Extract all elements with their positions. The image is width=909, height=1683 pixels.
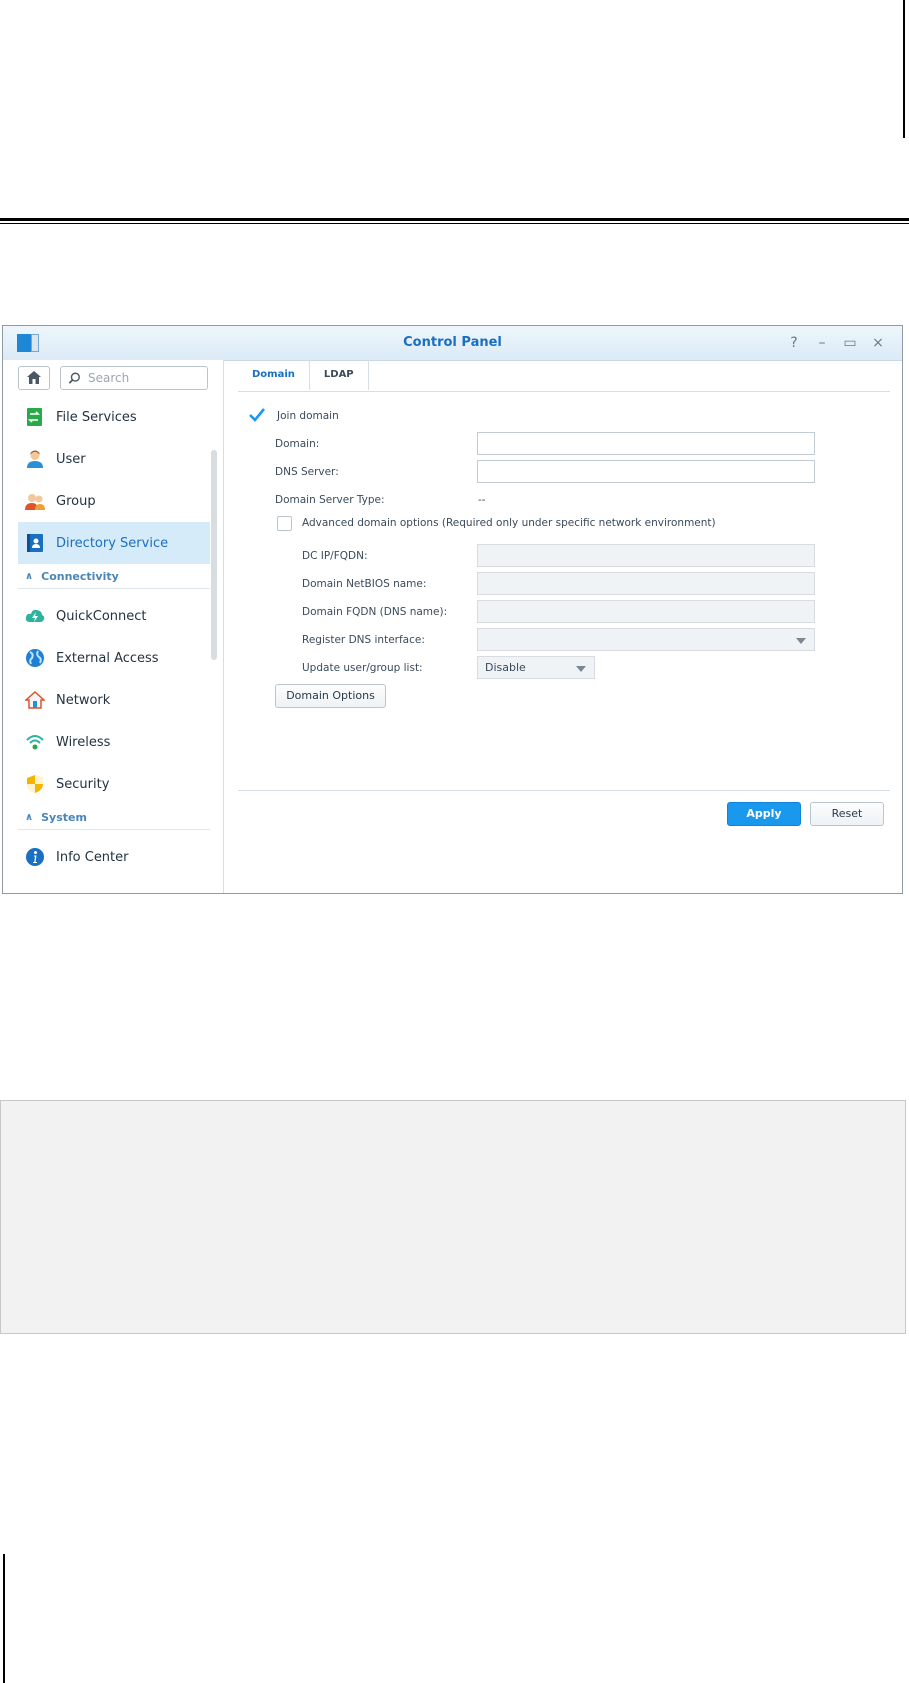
chevron-up-icon: ∧ <box>25 570 34 582</box>
domain-server-type-label: Domain Server Type: <box>275 494 385 506</box>
tab-bar: Domain LDAP <box>238 360 890 392</box>
dns-server-input[interactable] <box>477 460 815 483</box>
user-icon <box>27 450 43 468</box>
tab-ldap[interactable]: LDAP <box>310 360 369 390</box>
shield-icon <box>27 775 43 793</box>
home-button[interactable] <box>18 366 50 390</box>
home-icon <box>27 371 41 384</box>
sidebar-item-group[interactable]: Group <box>18 480 210 522</box>
dc-ip-label: DC IP/FQDN: <box>302 550 368 562</box>
sidebar-item-wireless[interactable]: Wireless <box>18 721 210 763</box>
footer-divider <box>238 790 890 791</box>
help-icon[interactable]: ? <box>784 333 804 353</box>
section-system[interactable]: ∧ System <box>18 805 210 830</box>
dns-interface-select[interactable] <box>477 628 815 651</box>
apply-button[interactable]: Apply <box>727 802 801 826</box>
header-rule-thick <box>0 218 909 221</box>
header-rule-thin <box>0 223 909 224</box>
search-box[interactable] <box>60 366 208 390</box>
info-icon <box>26 848 44 866</box>
globe-icon <box>26 649 44 667</box>
tab-domain[interactable]: Domain <box>238 360 310 390</box>
nav-list: File Services User Group Directory Servi… <box>18 396 210 878</box>
sidebar-item-info-center[interactable]: Info Center <box>18 836 210 878</box>
netbios-input[interactable] <box>477 572 815 595</box>
main-panel: Domain LDAP Join domain Domain: DNS Serv… <box>238 360 890 893</box>
sidebar-item-quickconnect[interactable]: QuickConnect <box>18 595 210 637</box>
chevron-up-icon: ∧ <box>25 811 34 823</box>
sidebar-item-label: External Access <box>56 650 159 666</box>
search-input[interactable] <box>84 371 207 385</box>
section-label: System <box>41 810 87 824</box>
update-list-label: Update user/group list: <box>302 662 423 674</box>
sidebar-item-label: Group <box>56 493 96 509</box>
domain-server-type-value: -- <box>478 494 486 506</box>
section-label: Connectivity <box>41 569 119 583</box>
sidebar-item-security[interactable]: Security <box>18 763 210 805</box>
sidebar-item-file-services[interactable]: File Services <box>18 396 210 438</box>
sidebar-item-directory-service[interactable]: Directory Service <box>18 522 210 564</box>
sidebar-item-external-access[interactable]: External Access <box>18 637 210 679</box>
sidebar-item-label: QuickConnect <box>56 608 147 624</box>
section-connectivity[interactable]: ∧ Connectivity <box>18 564 210 589</box>
advanced-options-checkbox[interactable] <box>277 516 292 531</box>
advanced-options-label: Advanced domain options (Required only u… <box>302 517 716 529</box>
dns-interface-label: Register DNS interface: <box>302 634 425 646</box>
search-icon <box>68 372 80 384</box>
left-margin-line <box>3 1554 5 1683</box>
checkmark-icon <box>249 408 266 422</box>
sidebar-item-label: Security <box>56 776 110 792</box>
note-box <box>0 1100 906 1334</box>
update-list-select[interactable]: Disable <box>477 656 595 679</box>
reset-button[interactable]: Reset <box>810 802 884 826</box>
sidebar-item-label: Network <box>56 692 111 708</box>
sidebar-item-label: File Services <box>56 409 137 425</box>
domain-input[interactable] <box>477 432 815 455</box>
sidebar-scrollbar[interactable] <box>211 450 217 660</box>
quickconnect-icon <box>25 609 45 622</box>
wifi-icon <box>26 735 44 750</box>
sidebar-item-label: Directory Service <box>56 535 169 551</box>
minimize-icon[interactable]: – <box>812 333 832 353</box>
group-icon <box>25 494 45 510</box>
dropdown-arrow-icon <box>796 638 806 644</box>
sidebar-item-label: User <box>56 451 86 467</box>
sidebar: File Services User Group <box>3 360 224 893</box>
close-icon[interactable]: × <box>868 333 888 353</box>
dns-server-label: DNS Server: <box>275 466 339 478</box>
maximize-icon[interactable]: ▭ <box>840 333 860 353</box>
directory-service-icon <box>27 534 43 552</box>
fqdn-input[interactable] <box>477 600 815 623</box>
domain-label: Domain: <box>275 438 320 450</box>
domain-options-button[interactable]: Domain Options <box>275 684 386 708</box>
join-domain-label: Join domain <box>277 410 339 422</box>
sidebar-item-network[interactable]: Network <box>18 679 210 721</box>
right-margin-line <box>903 0 905 138</box>
dropdown-arrow-icon <box>576 666 586 672</box>
network-house-icon <box>25 690 45 709</box>
fqdn-label: Domain FQDN (DNS name): <box>302 606 448 618</box>
sidebar-item-user[interactable]: User <box>18 438 210 480</box>
window-title: Control Panel <box>403 335 502 350</box>
sidebar-item-label: Info Center <box>56 849 129 865</box>
join-domain-checkbox[interactable] <box>249 408 266 424</box>
title-bar: Control Panel ? – ▭ × <box>3 326 902 361</box>
netbios-label: Domain NetBIOS name: <box>302 578 427 590</box>
sidebar-item-label: Wireless <box>56 734 111 750</box>
file-services-icon <box>27 408 42 426</box>
dc-ip-input[interactable] <box>477 544 815 567</box>
update-list-value: Disable <box>485 661 526 674</box>
control-panel-window: Control Panel ? – ▭ × Search File Servic… <box>2 325 903 894</box>
